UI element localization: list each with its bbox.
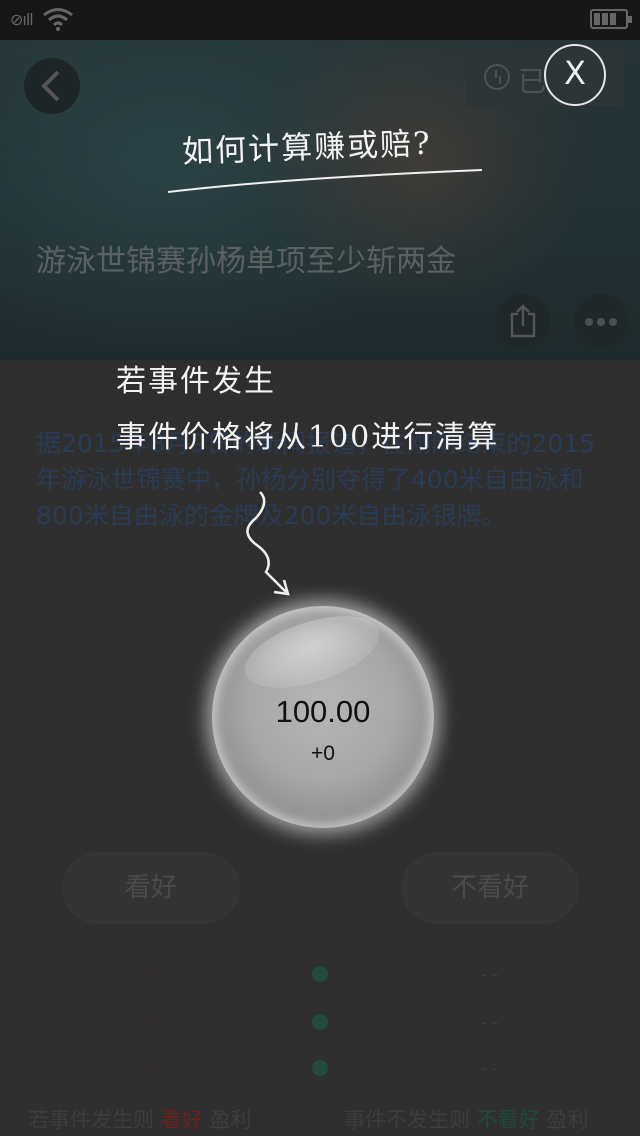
stat-dot <box>312 1014 328 1030</box>
stat-dot <box>312 1060 328 1076</box>
price-value: 100.00 <box>275 694 371 729</box>
chevron-left-icon <box>41 70 60 102</box>
underline-stroke <box>167 169 483 193</box>
bear-stat: -- <box>479 1012 501 1033</box>
bull-stat: -- <box>139 964 161 985</box>
stat-dot <box>312 966 328 982</box>
price-change: +0 <box>311 742 335 765</box>
close-icon: X <box>564 54 586 92</box>
bull-stat: -- <box>139 1012 161 1033</box>
wifi-icon <box>43 8 73 31</box>
footer-bull-note: 若事件发生则 看好 盈利 <box>28 1108 252 1132</box>
clock-icon <box>484 64 510 90</box>
tutorial-title: 如何计算赚或赔? <box>181 125 433 171</box>
battery-icon <box>590 9 632 29</box>
timer-label: 已 <box>518 65 547 98</box>
signal-icon: ⊘ıll <box>10 10 34 29</box>
bear-stat: -- <box>479 964 501 985</box>
footer-bull-highlight: 看好 <box>160 1108 203 1132</box>
status-bar: ⊘ıll <box>0 0 640 40</box>
share-icon <box>510 304 536 338</box>
close-button[interactable]: X <box>544 44 606 106</box>
share-button[interactable] <box>496 294 550 348</box>
bull-button[interactable]: 看好 <box>62 852 240 924</box>
bull-stat: -- <box>139 1058 161 1079</box>
more-button[interactable] <box>574 294 628 348</box>
more-icon <box>585 318 593 326</box>
price-bubble[interactable]: 100.00 +0 <box>212 606 434 828</box>
article-header: 已 游泳世锦赛孙杨单项至少斩两金 <box>0 40 640 360</box>
back-button[interactable] <box>24 58 80 114</box>
tutorial-note-line1: 若事件发生 <box>116 364 276 399</box>
arrow-icon <box>246 491 290 596</box>
bear-button[interactable]: 不看好 <box>401 852 579 924</box>
bear-stat: -- <box>479 1058 501 1079</box>
page-title: 游泳世锦赛孙杨单项至少斩两金 <box>36 244 456 279</box>
footer-bear-highlight: 不看好 <box>476 1108 540 1132</box>
tutorial-note-line2: 事件价格将从100进行清算 <box>116 420 500 455</box>
footer-bear-note: 事件不发生则 不看好 盈利 <box>344 1108 589 1132</box>
